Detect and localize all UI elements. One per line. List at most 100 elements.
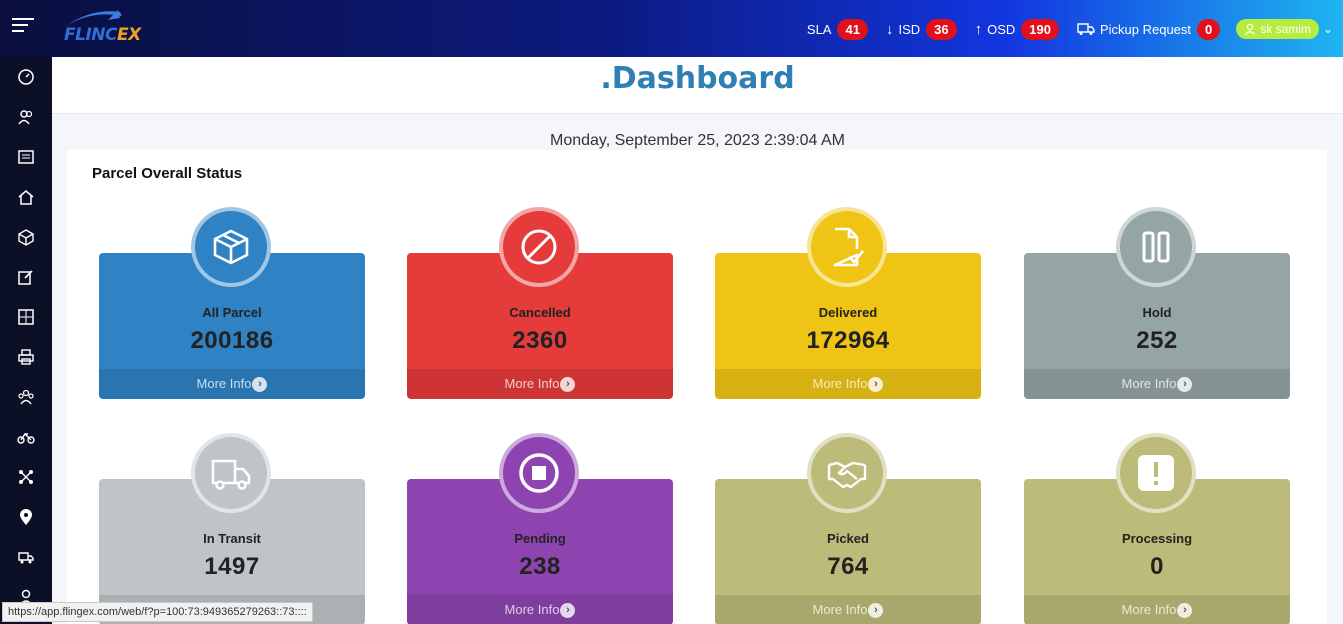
more-info-link[interactable]: More Info› (407, 369, 673, 399)
status-bar-url: https://app.flingex.com/web/f?p=100:73:9… (2, 602, 313, 622)
arrow-circle-right-icon: › (1177, 603, 1193, 619)
truck-small-icon[interactable] (16, 547, 36, 567)
page-header: .Dashboard (52, 57, 1343, 114)
sla-badge: 41 (837, 18, 868, 40)
isd-label: ISD (898, 21, 921, 37)
card-label: Delivered (818, 305, 878, 320)
more-info-link[interactable]: More Info› (715, 369, 981, 399)
box-icon-circle (191, 207, 271, 287)
card-count: 238 (519, 553, 561, 580)
card-label: Pending (514, 531, 566, 546)
more-info-link[interactable]: More Info› (1024, 369, 1290, 399)
more-info-label: More Info (504, 602, 560, 617)
exclamation-icon (1138, 455, 1174, 491)
section-title: Parcel Overall Status (92, 165, 243, 182)
card-count: 252 (1136, 327, 1178, 354)
more-info-label: More Info (812, 376, 868, 391)
arrow-circle-right-icon: › (1177, 377, 1193, 393)
location-icon[interactable] (16, 507, 36, 527)
arrow-down-icon: ↓ (885, 20, 894, 38)
more-info-link[interactable]: More Info› (407, 595, 673, 624)
current-datetime: Monday, September 25, 2023 2:39:04 AM (549, 132, 845, 149)
card-label: Cancelled (509, 305, 571, 320)
flingex-logo[interactable]: FLINCEX (62, 8, 152, 48)
handshake-icon-circle (807, 433, 887, 513)
print-icon[interactable] (16, 347, 36, 367)
stop-icon (519, 453, 559, 493)
users-icon[interactable] (16, 107, 36, 127)
card-label: All Parcel (202, 305, 262, 320)
status-card[interactable]: Picked 764 More Info › (715, 433, 981, 624)
sla-link[interactable]: SLA 41 (806, 18, 868, 40)
arrow-circle-right-icon: › (560, 377, 576, 393)
more-info-label: More Info (1121, 602, 1177, 617)
card-count: 764 (827, 553, 869, 580)
osd-link[interactable]: ↑ OSD 190 (974, 18, 1059, 40)
ban-icon-circle (499, 207, 579, 287)
user-menu[interactable]: sk samim ⌄ (1236, 19, 1333, 39)
menu-toggle-icon[interactable] (12, 18, 34, 38)
file-check-icon (833, 227, 865, 267)
card-label: Hold (1142, 305, 1172, 320)
card-label: In Transit (203, 531, 261, 546)
pickup-request-label: Pickup Request (1099, 21, 1192, 37)
more-info-link[interactable]: More Info› (1024, 595, 1290, 624)
card-label: Processing (1121, 531, 1193, 546)
status-card[interactable]: Cancelled 2360 More Info › (407, 207, 673, 399)
status-card[interactable]: Delivered 172964 More Info › (715, 207, 981, 399)
user-icon (1245, 23, 1256, 35)
more-info-link[interactable]: More Info› (99, 369, 365, 399)
pause-icon (1142, 231, 1170, 263)
team-icon[interactable] (16, 387, 36, 407)
list-icon[interactable] (16, 147, 36, 167)
card-count: 1497 (204, 553, 260, 580)
status-card[interactable]: Hold 252 More Info › (1024, 207, 1290, 399)
truck-icon (1077, 23, 1095, 35)
sla-label: SLA (806, 21, 832, 37)
network-icon[interactable] (16, 467, 36, 487)
logo-text: FLINCEX (64, 25, 141, 45)
bicycle-icon[interactable] (16, 427, 36, 447)
truck-icon-circle (191, 433, 271, 513)
stop-icon-circle (499, 433, 579, 513)
handshake-icon (827, 461, 867, 489)
page-title: .Dashboard (600, 61, 795, 96)
pickup-request-badge: 0 (1197, 18, 1221, 40)
card-count: 2360 (512, 327, 568, 354)
home-icon[interactable] (16, 187, 36, 207)
status-card[interactable]: Pending 238 More Info › (407, 433, 673, 624)
osd-badge: 190 (1021, 18, 1059, 40)
arrow-up-icon: ↑ (974, 20, 983, 38)
isd-badge: 36 (926, 18, 957, 40)
card-label: Picked (827, 531, 869, 546)
card-count: 200186 (190, 327, 274, 354)
arrow-circle-right-icon: › (868, 377, 884, 393)
top-navbar: FLINCEX SLA 41 ↓ ISD 36 ↑ OSD 190 Pickup… (0, 0, 1343, 57)
truck-icon (211, 459, 251, 490)
more-info-link[interactable]: More Info› (715, 595, 981, 624)
pickup-request-link[interactable]: Pickup Request 0 (1077, 18, 1221, 40)
warehouse-icon[interactable] (16, 307, 36, 327)
chevron-down-icon: ⌄ (1322, 22, 1333, 36)
isd-link[interactable]: ↓ ISD 36 (885, 18, 957, 40)
dashboard-icon[interactable] (16, 67, 36, 87)
box-icon (213, 229, 249, 265)
user-name: sk samim (1260, 22, 1311, 36)
cube-icon[interactable] (16, 227, 36, 247)
main-content: .Dashboard Monday, September 25, 2023 2:… (52, 57, 1343, 624)
more-info-label: More Info (196, 376, 252, 391)
card-count: 0 (1150, 553, 1164, 580)
arrow-circle-right-icon: › (560, 603, 576, 619)
more-info-label: More Info (1121, 376, 1177, 391)
file-check-icon-circle (807, 207, 887, 287)
more-info-label: More Info (812, 602, 868, 617)
more-info-label: More Info (504, 376, 560, 391)
status-card[interactable]: Processing 0 More Info › (1024, 433, 1290, 624)
sidebar (0, 57, 52, 624)
status-card[interactable]: All Parcel 200186 More Info › (99, 207, 365, 399)
ban-icon (521, 229, 557, 265)
arrow-circle-right-icon: › (252, 377, 268, 393)
edit-icon[interactable] (16, 267, 36, 287)
exclamation-icon-circle (1116, 433, 1196, 513)
pause-icon-circle (1116, 207, 1196, 287)
